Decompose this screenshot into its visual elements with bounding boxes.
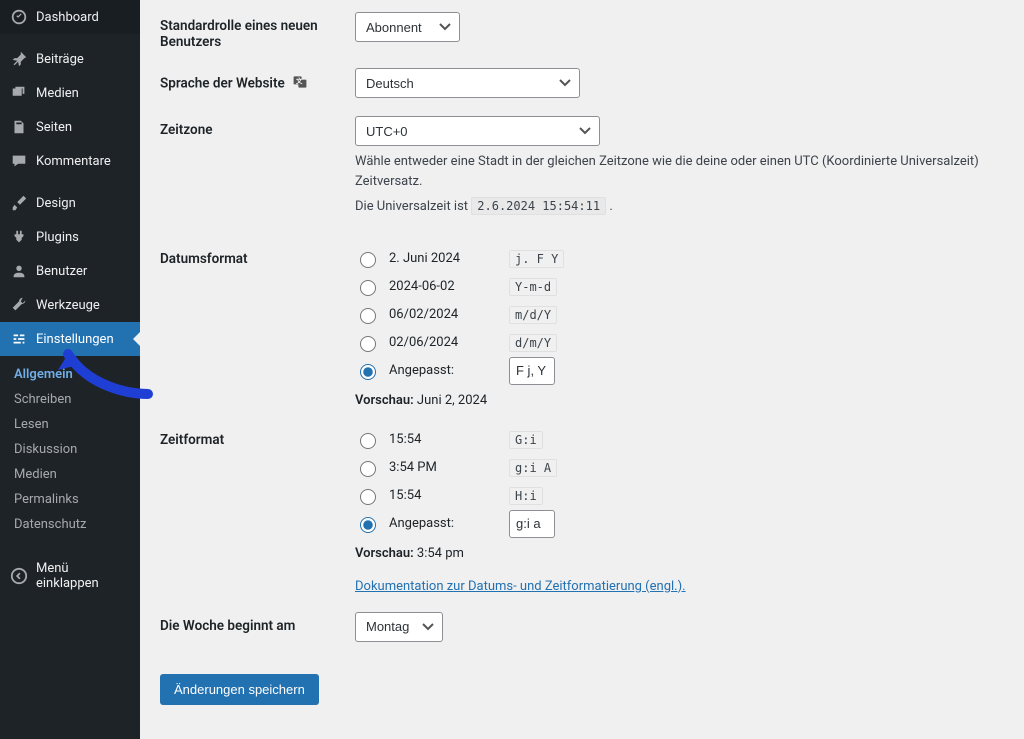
select-week-start[interactable]: Montag	[355, 612, 443, 642]
submenu-item-media[interactable]: Medien	[0, 462, 140, 487]
time-format-code: G:i	[509, 431, 543, 449]
sidebar-item-label: Beiträge	[36, 52, 84, 67]
time-format-example: 15:54	[389, 488, 499, 503]
sidebar-item-tools[interactable]: Werkzeuge	[0, 288, 140, 322]
radio-time-format-custom[interactable]	[360, 517, 376, 533]
sidebar-item-label: Design	[36, 196, 76, 211]
label-week-start: Die Woche beginnt am	[160, 612, 355, 634]
date-format-code: Y-m-d	[509, 278, 557, 296]
sidebar-item-label: Benutzer	[36, 264, 87, 279]
sidebar-item-settings[interactable]: Einstellungen	[0, 322, 140, 356]
date-format-example: 2024-06-02	[389, 279, 499, 294]
time-format-code: H:i	[509, 487, 543, 505]
radio-time-format-1[interactable]	[360, 461, 376, 477]
submenu-item-reading[interactable]: Lesen	[0, 412, 140, 437]
radio-date-format-1[interactable]	[360, 280, 376, 296]
label-time-format: Zeitformat	[160, 426, 355, 448]
input-date-format-custom[interactable]	[509, 357, 555, 385]
brush-icon	[10, 194, 28, 212]
link-datetime-docs[interactable]: Dokumentation zur Datums- und Zeitformat…	[355, 579, 686, 594]
utc-time-text: Die Universalzeit ist 2.6.2024 15:54:11 …	[355, 197, 1004, 217]
submenu-item-general[interactable]: Allgemein	[0, 362, 140, 387]
time-format-preview: Vorschau: 3:54 pm	[355, 546, 1004, 561]
admin-sidebar: Dashboard Beiträge Medien Seiten Komment…	[0, 0, 140, 739]
collapse-icon	[10, 567, 28, 585]
sidebar-item-media[interactable]: Medien	[0, 76, 140, 110]
label-timezone: Zeitzone	[160, 116, 355, 138]
time-format-custom-label: Angepasst:	[389, 516, 499, 531]
date-format-example: 02/06/2024	[389, 335, 499, 350]
date-format-code: m/d/Y	[509, 306, 557, 324]
settings-submenu: Allgemein Schreiben Lesen Diskussion Med…	[0, 356, 140, 545]
sidebar-item-comments[interactable]: Kommentare	[0, 144, 140, 178]
date-format-code: j. F Y	[509, 250, 564, 268]
dashboard-icon	[10, 8, 28, 26]
submenu-item-discussion[interactable]: Diskussion	[0, 437, 140, 462]
sidebar-item-pages[interactable]: Seiten	[0, 110, 140, 144]
sidebar-item-dashboard[interactable]: Dashboard	[0, 0, 140, 34]
radio-time-format-0[interactable]	[360, 433, 376, 449]
save-button[interactable]: Änderungen speichern	[160, 674, 319, 705]
timezone-help-text: Wähle entweder eine Stadt in der gleiche…	[355, 152, 1004, 191]
pin-icon	[10, 50, 28, 68]
submenu-item-writing[interactable]: Schreiben	[0, 387, 140, 412]
label-date-format: Datumsformat	[160, 245, 355, 267]
label-site-language: Sprache der Website 文	[160, 68, 355, 94]
svg-text:文: 文	[296, 76, 303, 85]
sidebar-item-label: Kommentare	[36, 154, 111, 169]
translate-icon: 文	[292, 74, 308, 94]
sidebar-collapse[interactable]: Menü einklappen	[0, 553, 140, 599]
radio-date-format-3[interactable]	[360, 336, 376, 352]
settings-icon	[10, 330, 28, 348]
sidebar-item-label: Menü einklappen	[36, 561, 130, 591]
time-format-example: 3:54 PM	[389, 460, 499, 475]
sidebar-item-label: Medien	[36, 86, 79, 101]
date-format-code: d/m/Y	[509, 334, 557, 352]
radio-date-format-0[interactable]	[360, 252, 376, 268]
radio-time-format-2[interactable]	[360, 489, 376, 505]
sidebar-item-label: Seiten	[36, 120, 72, 135]
submenu-item-privacy[interactable]: Datenschutz	[0, 512, 140, 537]
time-format-example: 15:54	[389, 432, 499, 447]
sidebar-item-label: Dashboard	[36, 10, 99, 25]
comments-icon	[10, 152, 28, 170]
sidebar-item-design[interactable]: Design	[0, 186, 140, 220]
label-default-role: Standardrolle eines neuen Benutzers	[160, 12, 355, 50]
sidebar-item-users[interactable]: Benutzer	[0, 254, 140, 288]
submenu-item-permalinks[interactable]: Permalinks	[0, 487, 140, 512]
user-icon	[10, 262, 28, 280]
select-default-role[interactable]: Abonnent	[355, 12, 460, 42]
sidebar-item-posts[interactable]: Beiträge	[0, 42, 140, 76]
sidebar-item-plugins[interactable]: Plugins	[0, 220, 140, 254]
select-timezone[interactable]: UTC+0	[355, 116, 600, 146]
wrench-icon	[10, 296, 28, 314]
pages-icon	[10, 118, 28, 136]
media-icon	[10, 84, 28, 102]
select-site-language[interactable]: Deutsch	[355, 68, 580, 98]
input-time-format-custom[interactable]	[509, 510, 555, 538]
radio-date-format-2[interactable]	[360, 308, 376, 324]
sidebar-item-label: Werkzeuge	[36, 298, 100, 313]
sidebar-item-label: Einstellungen	[36, 332, 114, 347]
time-format-code: g:i A	[509, 459, 557, 477]
date-format-custom-label: Angepasst:	[389, 363, 499, 378]
date-format-example: 06/02/2024	[389, 307, 499, 322]
radio-date-format-custom[interactable]	[360, 364, 376, 380]
plug-icon	[10, 228, 28, 246]
sidebar-item-label: Plugins	[36, 230, 79, 245]
date-format-example: 2. Juni 2024	[389, 251, 499, 266]
settings-general-form: Standardrolle eines neuen Benutzers Abon…	[140, 0, 1024, 739]
date-format-preview: Vorschau: Juni 2, 2024	[355, 393, 1004, 408]
